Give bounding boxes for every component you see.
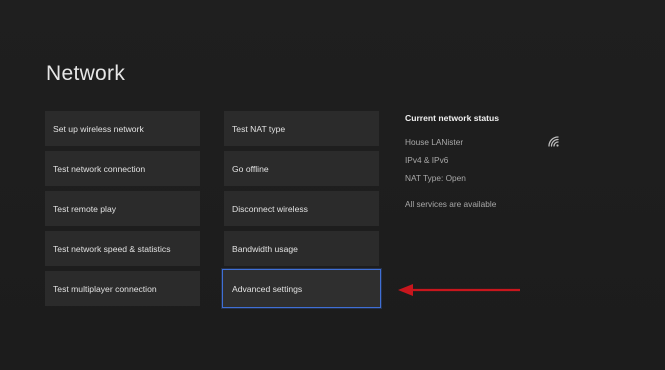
menu-column-left: Set up wireless network Test network con… xyxy=(45,111,200,306)
test-network-speed-button[interactable]: Test network speed & statistics xyxy=(45,231,200,266)
disconnect-wireless-button[interactable]: Disconnect wireless xyxy=(224,191,379,226)
status-title: Current network status xyxy=(405,113,500,123)
test-remote-play-button[interactable]: Test remote play xyxy=(45,191,200,226)
advanced-settings-button[interactable]: Advanced settings xyxy=(222,269,381,308)
network-status-panel: Current network status House LANister IP… xyxy=(405,113,575,209)
test-nat-type-button[interactable]: Test NAT type xyxy=(224,111,379,146)
page-title: Network xyxy=(46,62,126,85)
wifi-signal-icon xyxy=(548,136,559,147)
annotation-arrow xyxy=(398,284,520,296)
bandwidth-usage-button[interactable]: Bandwidth usage xyxy=(224,231,379,266)
ip-version: IPv4 & IPv6 xyxy=(405,155,449,165)
go-offline-button[interactable]: Go offline xyxy=(224,151,379,186)
services-status: All services are available xyxy=(405,199,497,209)
menu-column-right: Test NAT type Go offline Disconnect wire… xyxy=(222,111,383,308)
set-up-wireless-network-button[interactable]: Set up wireless network xyxy=(45,111,200,146)
test-network-connection-button[interactable]: Test network connection xyxy=(45,151,200,186)
test-multiplayer-connection-button[interactable]: Test multiplayer connection xyxy=(45,271,200,306)
network-screen: Network Set up wireless network Test net… xyxy=(0,0,665,370)
nat-type: NAT Type: Open xyxy=(405,173,466,183)
